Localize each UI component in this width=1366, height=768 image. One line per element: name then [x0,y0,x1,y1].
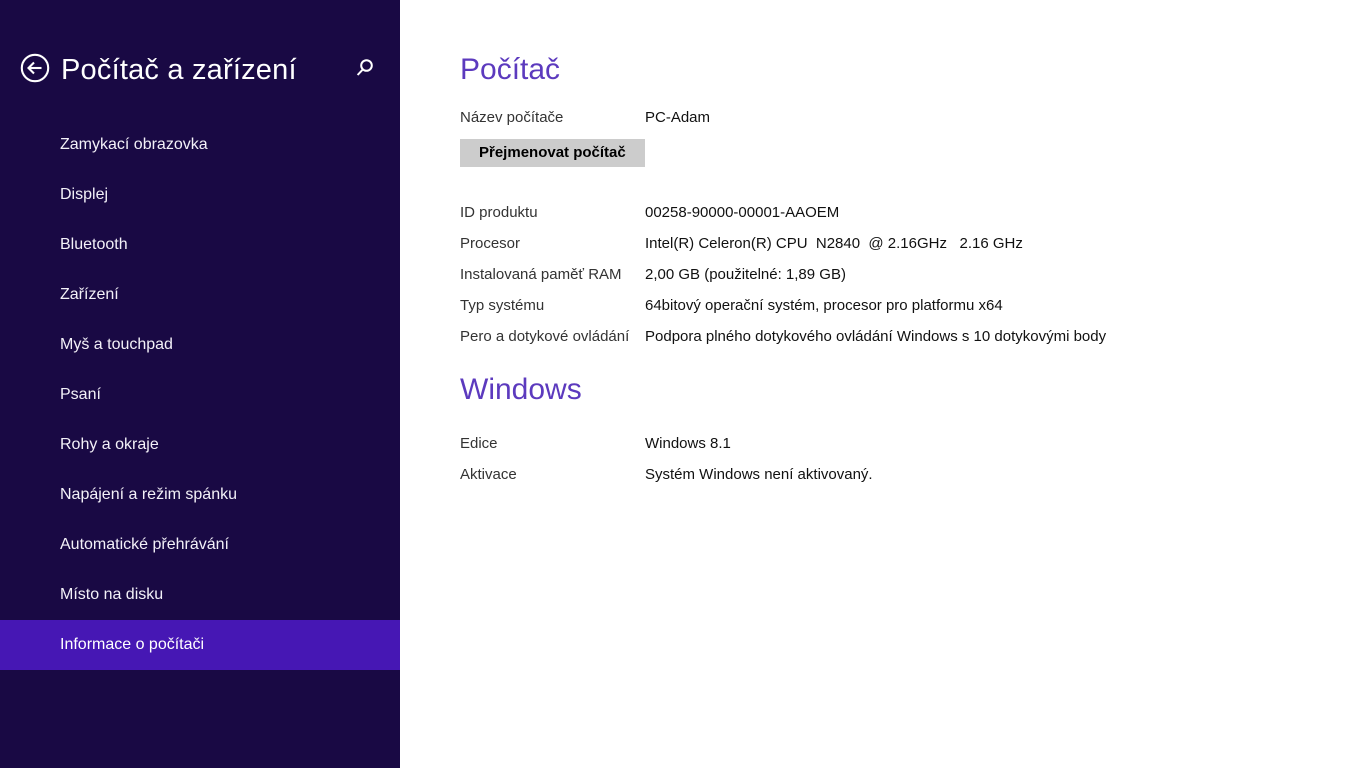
sidebar-header: Počítač a zařízení [0,48,400,92]
row-value: 64bitový operační systém, procesor pro p… [645,296,1003,315]
sidebar-item-label: Napájení a režim spánku [60,486,237,504]
sidebar-item-label: Informace o počítači [60,636,204,654]
sidebar-item-lock-screen[interactable]: Zamykací obrazovka [0,120,400,170]
sidebar-item-typing[interactable]: Psaní [0,370,400,420]
sidebar-item-label: Myš a touchpad [60,336,173,354]
search-button[interactable] [352,57,378,83]
computer-details: ID produktu 00258-90000-00001-AAOEM Proc… [460,203,1366,346]
row-label: ID produktu [460,203,645,222]
sidebar-item-bluetooth[interactable]: Bluetooth [0,220,400,270]
sidebar-item-autoplay[interactable]: Automatické přehrávání [0,520,400,570]
row-label: Typ systému [460,296,645,315]
pen-touch-row: Pero a dotykové ovládání Podpora plného … [460,327,1366,346]
sidebar-item-corners-edges[interactable]: Rohy a okraje [0,420,400,470]
sidebar-nav: Zamykací obrazovka Displej Bluetooth Zař… [0,120,400,670]
main-content: Počítač Název počítače PC-Adam Přejmenov… [460,0,1366,496]
product-id-row: ID produktu 00258-90000-00001-AAOEM [460,203,1366,222]
row-value: Podpora plného dotykového ovládání Windo… [645,327,1106,346]
rename-pc-button[interactable]: Přejmenovat počítač [460,139,645,167]
page-title: Počítač a zařízení [61,54,352,87]
computer-name-value: PC-Adam [645,108,710,127]
sidebar-item-label: Bluetooth [60,236,128,254]
row-value: 2,00 GB (použitelné: 1,89 GB) [645,265,846,284]
system-type-row: Typ systému 64bitový operační systém, pr… [460,296,1366,315]
edition-row: Edice Windows 8.1 [460,434,1366,453]
row-label: Edice [460,434,645,453]
activation-row: Aktivace Systém Windows není aktivovaný. [460,465,1366,484]
windows-section-title: Windows [460,372,1366,408]
sidebar-item-disk-space[interactable]: Místo na disku [0,570,400,620]
sidebar-item-label: Psaní [60,386,101,404]
row-label: Název počítače [460,108,645,127]
row-value: 00258-90000-00001-AAOEM [645,203,839,222]
row-label: Aktivace [460,465,645,484]
search-icon [354,57,376,84]
sidebar-item-label: Rohy a okraje [60,436,159,454]
computer-section-title: Počítač [460,52,1366,88]
settings-sidebar: Počítač a zařízení Zamykací obrazovka Di… [0,0,400,768]
windows-details: Edice Windows 8.1 Aktivace Systém Window… [460,434,1366,484]
sidebar-item-mouse-touchpad[interactable]: Myš a touchpad [0,320,400,370]
sidebar-item-display[interactable]: Displej [0,170,400,220]
sidebar-item-power-sleep[interactable]: Napájení a režim spánku [0,470,400,520]
processor-row: Procesor Intel(R) Celeron(R) CPU N2840 @… [460,234,1366,253]
back-arrow-icon [20,53,50,88]
installed-ram-row: Instalovaná paměť RAM 2,00 GB (použiteln… [460,265,1366,284]
computer-name-row: Název počítače PC-Adam [460,108,1366,127]
sidebar-item-devices[interactable]: Zařízení [0,270,400,320]
row-value: Systém Windows není aktivovaný. [645,465,873,484]
sidebar-item-label: Displej [60,186,108,204]
sidebar-item-label: Zařízení [60,286,119,304]
back-button[interactable] [20,55,50,85]
sidebar-item-label: Zamykací obrazovka [60,136,208,154]
row-label: Pero a dotykové ovládání [460,327,645,346]
sidebar-item-label: Automatické přehrávání [60,536,229,554]
sidebar-item-label: Místo na disku [60,586,163,604]
row-value: Windows 8.1 [645,434,731,453]
row-label: Instalovaná paměť RAM [460,265,645,284]
row-value: Intel(R) Celeron(R) CPU N2840 @ 2.16GHz … [645,234,1023,253]
row-label: Procesor [460,234,645,253]
sidebar-item-pc-info[interactable]: Informace o počítači [0,620,400,670]
